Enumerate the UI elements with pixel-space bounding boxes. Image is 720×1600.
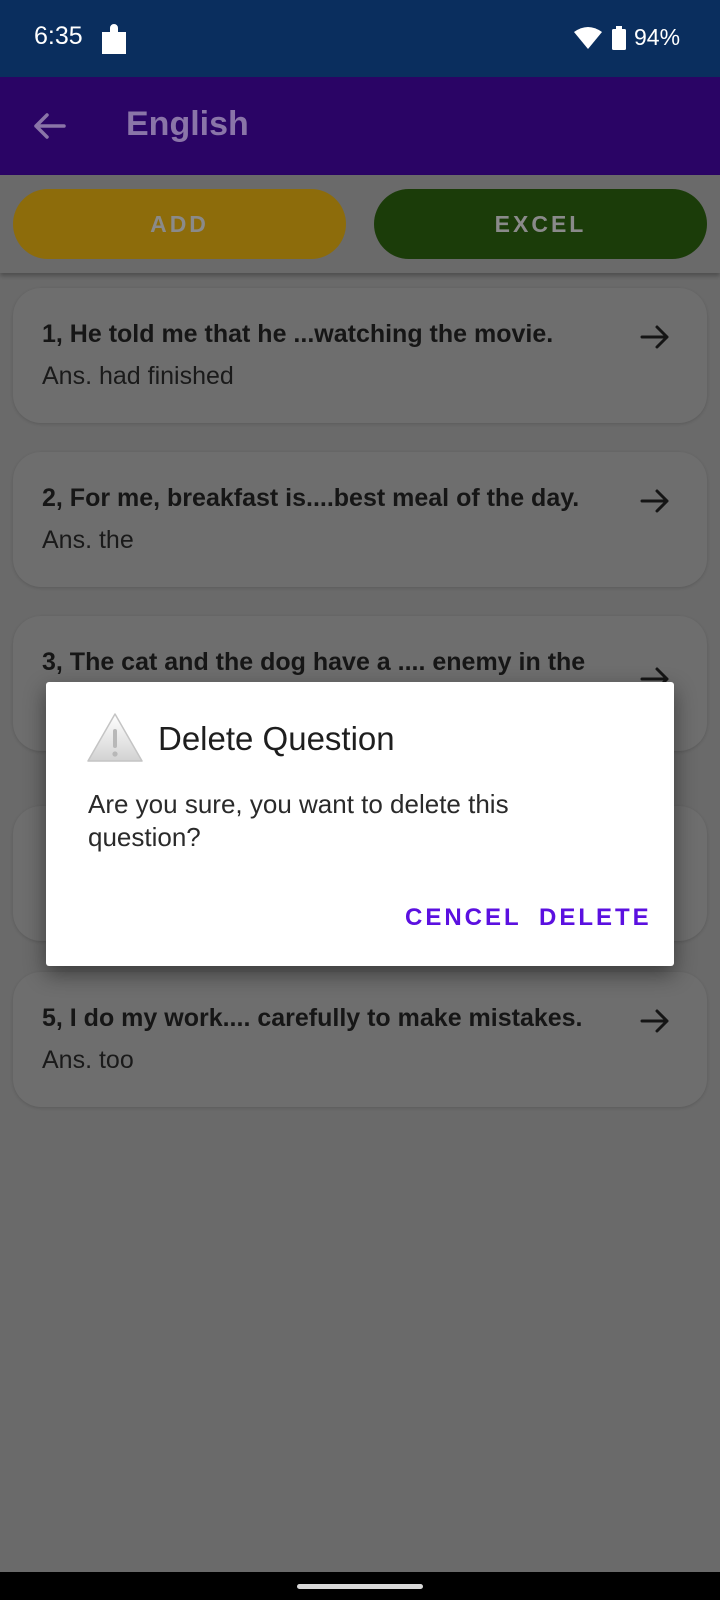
home-gesture-handle[interactable] (297, 1584, 423, 1589)
dialog-title: Delete Question (158, 720, 395, 757)
warning-icon (87, 713, 143, 762)
dialog-message: Are you sure, you want to delete this qu… (88, 789, 509, 852)
delete-button[interactable]: DELETE (539, 904, 652, 932)
delete-dialog: Delete Question Are you sure, you want t… (46, 682, 674, 966)
cancel-button[interactable]: CENCEL (405, 904, 522, 932)
navigation-bar (0, 1572, 720, 1600)
